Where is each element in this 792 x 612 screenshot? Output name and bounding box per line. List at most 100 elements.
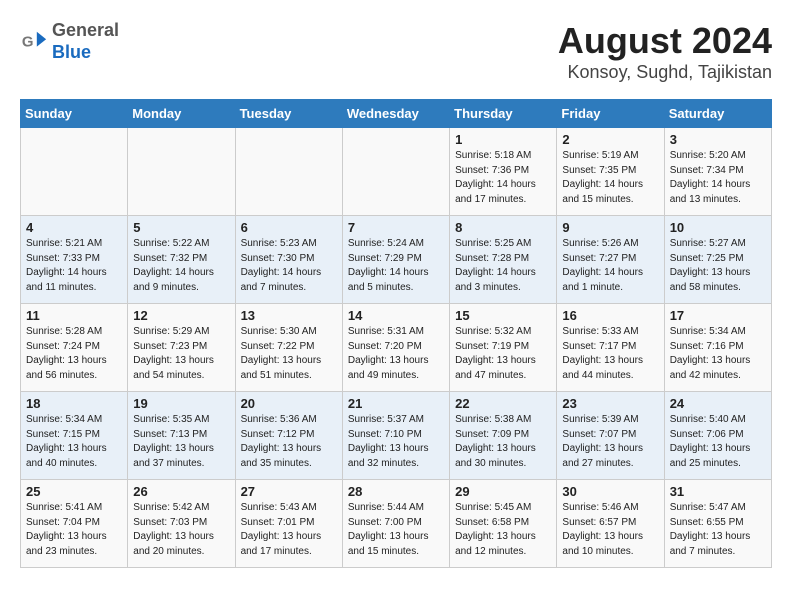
day-info: Sunrise: 5:35 AM Sunset: 7:13 PM Dayligh… (133, 413, 229, 471)
day-number: 7 (348, 220, 444, 235)
day-number: 3 (670, 132, 766, 147)
logo-text: General Blue (52, 20, 119, 63)
calendar-cell: 20 Sunrise: 5:36 AM Sunset: 7:12 PM Dayli… (235, 392, 342, 480)
calendar-cell (342, 128, 449, 216)
day-number: 22 (455, 396, 551, 411)
page-header: G General Blue August 2024 Konsoy, Sughd… (20, 20, 772, 83)
day-info: Sunrise: 5:39 AM Sunset: 7:07 PM Dayligh… (562, 413, 658, 471)
day-number: 20 (241, 396, 337, 411)
day-header-sunday: Sunday (21, 100, 128, 128)
day-info: Sunrise: 5:29 AM Sunset: 7:23 PM Dayligh… (133, 325, 229, 383)
day-info: Sunrise: 5:33 AM Sunset: 7:17 PM Dayligh… (562, 325, 658, 383)
day-header-friday: Friday (557, 100, 664, 128)
calendar-cell: 11 Sunrise: 5:28 AM Sunset: 7:24 PM Dayli… (21, 304, 128, 392)
calendar-cell: 2 Sunrise: 5:19 AM Sunset: 7:35 PM Daylig… (557, 128, 664, 216)
calendar-cell: 26 Sunrise: 5:42 AM Sunset: 7:03 PM Dayli… (128, 480, 235, 568)
calendar-cell: 25 Sunrise: 5:41 AM Sunset: 7:04 PM Dayli… (21, 480, 128, 568)
day-number: 16 (562, 308, 658, 323)
day-number: 11 (26, 308, 122, 323)
day-info: Sunrise: 5:40 AM Sunset: 7:06 PM Dayligh… (670, 413, 766, 471)
day-number: 1 (455, 132, 551, 147)
calendar-cell: 10Sunrise: 5:27 AM Sunset: 7:25 PM Dayli… (664, 216, 771, 304)
day-number: 13 (241, 308, 337, 323)
svg-text:G: G (22, 33, 34, 50)
day-number: 27 (241, 484, 337, 499)
calendar-cell: 27Sunrise: 5:43 AM Sunset: 7:01 PM Dayli… (235, 480, 342, 568)
calendar-cell: 29Sunrise: 5:45 AM Sunset: 6:58 PM Dayli… (450, 480, 557, 568)
day-number: 25 (26, 484, 122, 499)
calendar-cell: 7Sunrise: 5:24 AM Sunset: 7:29 PM Daylig… (342, 216, 449, 304)
calendar-cell: 18 Sunrise: 5:34 AM Sunset: 7:15 PM Dayli… (21, 392, 128, 480)
day-info: Sunrise: 5:36 AM Sunset: 7:12 PM Dayligh… (241, 413, 337, 471)
calendar-cell: 14Sunrise: 5:31 AM Sunset: 7:20 PM Dayli… (342, 304, 449, 392)
title-block: August 2024 Konsoy, Sughd, Tajikistan (558, 20, 772, 83)
day-info: Sunrise: 5:25 AM Sunset: 7:28 PM Dayligh… (455, 237, 551, 295)
calendar-cell: 1 Sunrise: 5:18 AM Sunset: 7:36 PM Daylig… (450, 128, 557, 216)
day-number: 26 (133, 484, 229, 499)
calendar-cell: 24 Sunrise: 5:40 AM Sunset: 7:06 PM Dayli… (664, 392, 771, 480)
day-number: 9 (562, 220, 658, 235)
day-number: 18 (26, 396, 122, 411)
calendar-cell: 15 Sunrise: 5:32 AM Sunset: 7:19 PM Dayli… (450, 304, 557, 392)
logo-icon: G (20, 28, 48, 56)
day-info: Sunrise: 5:34 AM Sunset: 7:15 PM Dayligh… (26, 413, 122, 471)
day-info: Sunrise: 5:41 AM Sunset: 7:04 PM Dayligh… (26, 501, 122, 559)
calendar-week-5: 25 Sunrise: 5:41 AM Sunset: 7:04 PM Dayli… (21, 480, 772, 568)
day-header-tuesday: Tuesday (235, 100, 342, 128)
day-info: Sunrise: 5:46 AM Sunset: 6:57 PM Dayligh… (562, 501, 658, 559)
calendar-cell: 6Sunrise: 5:23 AM Sunset: 7:30 PM Daylig… (235, 216, 342, 304)
day-number: 2 (562, 132, 658, 147)
day-number: 19 (133, 396, 229, 411)
page-title: August 2024 (558, 20, 772, 62)
calendar-cell: 16 Sunrise: 5:33 AM Sunset: 7:17 PM Dayli… (557, 304, 664, 392)
calendar-cell: 21Sunrise: 5:37 AM Sunset: 7:10 PM Dayli… (342, 392, 449, 480)
day-info: Sunrise: 5:18 AM Sunset: 7:36 PM Dayligh… (455, 149, 551, 207)
day-number: 5 (133, 220, 229, 235)
day-header-monday: Monday (128, 100, 235, 128)
day-info: Sunrise: 5:32 AM Sunset: 7:19 PM Dayligh… (455, 325, 551, 383)
calendar-cell: 4 Sunrise: 5:21 AM Sunset: 7:33 PM Daylig… (21, 216, 128, 304)
day-header-thursday: Thursday (450, 100, 557, 128)
calendar-cell: 12Sunrise: 5:29 AM Sunset: 7:23 PM Dayli… (128, 304, 235, 392)
calendar-cell: 31 Sunrise: 5:47 AM Sunset: 6:55 PM Dayli… (664, 480, 771, 568)
calendar-cell: 13 Sunrise: 5:30 AM Sunset: 7:22 PM Dayli… (235, 304, 342, 392)
logo: G General Blue (20, 20, 119, 63)
day-number: 29 (455, 484, 551, 499)
calendar-week-1: 1 Sunrise: 5:18 AM Sunset: 7:36 PM Daylig… (21, 128, 772, 216)
day-number: 15 (455, 308, 551, 323)
calendar-cell: 30 Sunrise: 5:46 AM Sunset: 6:57 PM Dayli… (557, 480, 664, 568)
day-info: Sunrise: 5:38 AM Sunset: 7:09 PM Dayligh… (455, 413, 551, 471)
day-number: 10 (670, 220, 766, 235)
day-number: 23 (562, 396, 658, 411)
day-number: 24 (670, 396, 766, 411)
day-info: Sunrise: 5:47 AM Sunset: 6:55 PM Dayligh… (670, 501, 766, 559)
calendar-table: SundayMondayTuesdayWednesdayThursdayFrid… (20, 99, 772, 568)
day-info: Sunrise: 5:23 AM Sunset: 7:30 PM Dayligh… (241, 237, 337, 295)
day-info: Sunrise: 5:21 AM Sunset: 7:33 PM Dayligh… (26, 237, 122, 295)
day-number: 17 (670, 308, 766, 323)
day-info: Sunrise: 5:30 AM Sunset: 7:22 PM Dayligh… (241, 325, 337, 383)
day-info: Sunrise: 5:20 AM Sunset: 7:34 PM Dayligh… (670, 149, 766, 207)
day-info: Sunrise: 5:19 AM Sunset: 7:35 PM Dayligh… (562, 149, 658, 207)
day-number: 31 (670, 484, 766, 499)
calendar-cell: 17 Sunrise: 5:34 AM Sunset: 7:16 PM Dayli… (664, 304, 771, 392)
calendar-cell: 22 Sunrise: 5:38 AM Sunset: 7:09 PM Dayli… (450, 392, 557, 480)
calendar-week-4: 18 Sunrise: 5:34 AM Sunset: 7:15 PM Dayli… (21, 392, 772, 480)
day-info: Sunrise: 5:42 AM Sunset: 7:03 PM Dayligh… (133, 501, 229, 559)
calendar-cell: 19 Sunrise: 5:35 AM Sunset: 7:13 PM Dayli… (128, 392, 235, 480)
day-info: Sunrise: 5:22 AM Sunset: 7:32 PM Dayligh… (133, 237, 229, 295)
calendar-cell: 5 Sunrise: 5:22 AM Sunset: 7:32 PM Daylig… (128, 216, 235, 304)
day-info: Sunrise: 5:34 AM Sunset: 7:16 PM Dayligh… (670, 325, 766, 383)
day-info: Sunrise: 5:28 AM Sunset: 7:24 PM Dayligh… (26, 325, 122, 383)
day-number: 14 (348, 308, 444, 323)
day-header-saturday: Saturday (664, 100, 771, 128)
calendar-cell: 28Sunrise: 5:44 AM Sunset: 7:00 PM Dayli… (342, 480, 449, 568)
day-number: 30 (562, 484, 658, 499)
calendar-week-2: 4 Sunrise: 5:21 AM Sunset: 7:33 PM Daylig… (21, 216, 772, 304)
calendar-cell (21, 128, 128, 216)
day-number: 4 (26, 220, 122, 235)
calendar-cell: 3 Sunrise: 5:20 AM Sunset: 7:34 PM Daylig… (664, 128, 771, 216)
day-number: 8 (455, 220, 551, 235)
day-number: 28 (348, 484, 444, 499)
day-info: Sunrise: 5:37 AM Sunset: 7:10 PM Dayligh… (348, 413, 444, 471)
